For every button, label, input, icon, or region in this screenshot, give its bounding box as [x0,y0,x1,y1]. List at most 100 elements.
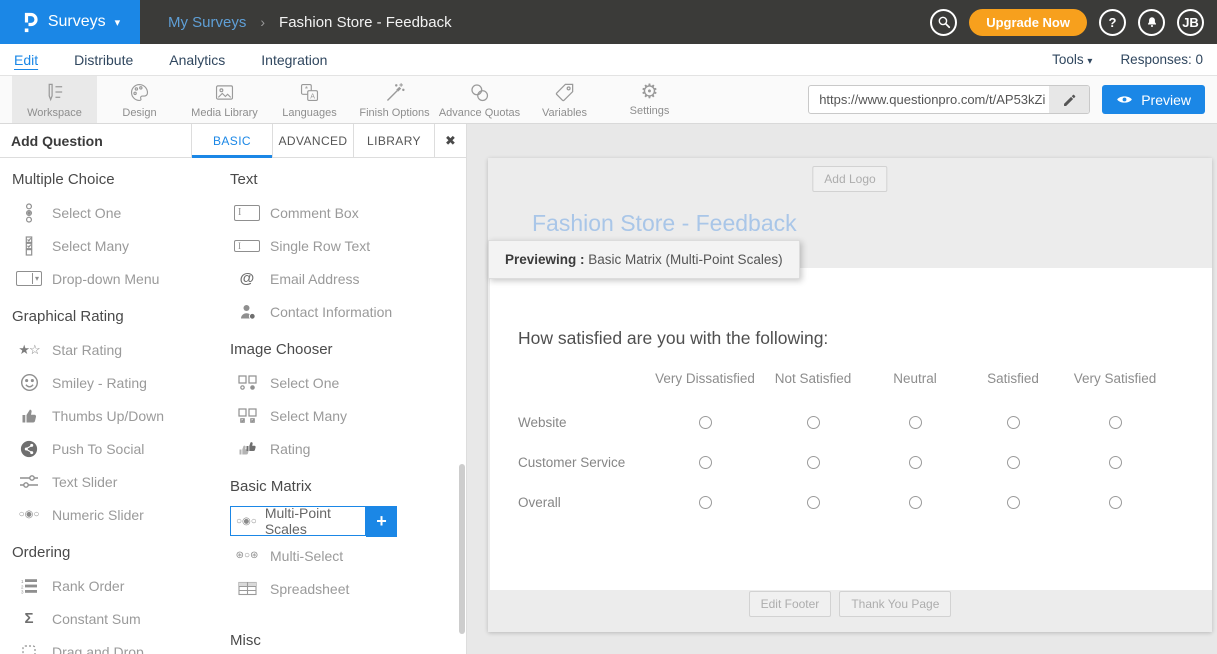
question-type-numeric-slider[interactable]: ○◉○ Numeric Slider [12,498,230,531]
question-type-thumbs-up-down[interactable]: Thumbs Up/Down [12,399,230,432]
question-type-single-row-text[interactable]: I Single Row Text [230,229,455,262]
tab-integration[interactable]: Integration [261,52,327,68]
question-type-column-2: Text I Comment Box I Single Row Text @ E… [230,158,455,654]
matrix-column-label: Very Dissatisfied [650,371,760,386]
tools-dropdown[interactable]: Tools ▾ [1052,52,1092,67]
breadcrumb-current-survey: Fashion Store - Feedback [279,14,452,31]
breadcrumb-separator-icon: › [260,14,265,30]
product-switcher[interactable]: Surveys ▾ [0,0,140,44]
toolbar-item-variables[interactable]: Variables [522,76,607,123]
tab-edit[interactable]: Edit [14,52,38,68]
matrix-radio[interactable] [699,456,712,469]
question-type-email-address[interactable]: @ Email Address [230,262,455,295]
tab-analytics[interactable]: Analytics [169,52,225,68]
notifications-button[interactable] [1138,9,1165,36]
toolbar-item-languages[interactable]: * A Languages [267,76,352,123]
tag-icon [553,81,576,104]
toolbar-item-finish-options[interactable]: Finish Options [352,76,437,123]
section-title: Ordering [12,531,230,569]
question-type-multi-point-scales[interactable]: ○◉○ Multi-Point Scales [230,506,366,536]
add-question-panel: Add Question BASIC ADVANCED LIBRARY ✖ Mu… [0,124,467,654]
question-type-smiley-rating[interactable]: Smiley - Rating [12,366,230,399]
preview-button[interactable]: Preview [1102,85,1205,114]
matrix-radio[interactable] [909,456,922,469]
matrix-radio[interactable] [1109,456,1122,469]
question-text: How satisfied are you with the following… [518,328,828,349]
question-type-multi-select[interactable]: ⊛○⊛ Multi-Select [230,539,455,572]
matrix-radio[interactable] [1007,496,1020,509]
survey-url-input[interactable] [809,86,1049,113]
search-button[interactable] [930,9,957,36]
at-icon: @ [234,270,260,287]
question-type-push-to-social[interactable]: Push To Social [12,432,230,465]
previewing-label: Previewing : [505,252,585,267]
bell-icon [1145,15,1159,30]
thank-you-page-button[interactable]: Thank You Page [839,591,951,617]
matrix-radio[interactable] [1109,416,1122,429]
matrix-radio[interactable] [1007,416,1020,429]
responses-count[interactable]: Responses: 0 [1120,52,1203,67]
toolbar-item-settings[interactable]: ⚙ Settings [607,76,692,123]
image-icon [213,81,236,104]
survey-url-box [808,85,1090,114]
question-type-contact-information[interactable]: Contact Information [230,295,455,328]
matrix-radio[interactable] [807,456,820,469]
section-title: Graphical Rating [12,295,230,333]
question-type-constant-sum[interactable]: Σ Constant Sum [12,602,230,635]
matrix-radio[interactable] [909,496,922,509]
nav-right: Tools ▾ Responses: 0 [1052,52,1203,67]
toolbar-item-advance-quotas[interactable]: Advance Quotas [437,76,522,123]
question-type-image-select-one[interactable]: Select One [230,366,455,399]
header-actions: Upgrade Now ? JB [930,9,1217,36]
avatar[interactable]: JB [1177,9,1204,36]
tab-library[interactable]: LIBRARY [353,124,434,157]
edit-url-button[interactable] [1049,86,1089,113]
image-select-many-icon [234,408,260,424]
question-type-image-select-many[interactable]: Select Many [230,399,455,432]
matrix-radio[interactable] [807,496,820,509]
contact-icon [234,303,260,320]
tab-basic[interactable]: BASIC [191,124,272,157]
panel-scrollbar[interactable] [459,464,465,634]
question-type-rank-order[interactable]: 1 2 3 Rank Order [12,569,230,602]
share-icon [16,440,42,458]
question-type-star-rating[interactable]: ★☆ Star Rating [12,333,230,366]
tab-advanced[interactable]: ADVANCED [272,124,353,157]
question-type-spreadsheet[interactable]: Spreadsheet [230,572,455,605]
matrix-radio[interactable] [699,416,712,429]
numeric-slider-icon: ○◉○ [16,509,42,520]
toolbar-item-design[interactable]: Design [97,76,182,123]
matrix-radio[interactable] [1109,496,1122,509]
question-type-select-many[interactable]: Select Many [12,229,230,262]
image-select-one-icon [234,375,260,391]
dropdown-icon: ▾ [16,271,42,286]
tab-distribute[interactable]: Distribute [74,52,133,68]
gear-icon: ⚙ [641,82,659,102]
question-type-dropdown-menu[interactable]: ▾ Drop-down Menu [12,262,230,295]
add-logo-button[interactable]: Add Logo [812,166,887,192]
chevron-down-icon: ▾ [115,16,121,29]
question-type-text-slider[interactable]: Text Slider [12,465,230,498]
palette-icon [128,81,151,104]
section-title: Text [230,158,455,196]
add-question-button[interactable]: + [366,506,397,537]
question-type-comment-box[interactable]: I Comment Box [230,196,455,229]
question-type-image-rating[interactable]: Rating [230,432,455,465]
toolbar-item-workspace[interactable]: Workspace [12,76,97,123]
help-button[interactable]: ? [1099,9,1126,36]
matrix-radio[interactable] [1007,456,1020,469]
question-preview-panel: How satisfied are you with the following… [490,268,1212,590]
survey-preview-area: Add Logo Fashion Store - Feedback Previe… [467,124,1217,654]
close-panel-button[interactable]: ✖ [434,124,466,157]
breadcrumb-my-surveys[interactable]: My Surveys [168,14,246,31]
survey-builder-app: Surveys ▾ My Surveys › Fashion Store - F… [0,0,1217,654]
question-type-drag-and-drop[interactable]: Drag and Drop [12,635,230,654]
matrix-radio[interactable] [699,496,712,509]
question-type-select-one[interactable]: Select One [12,196,230,229]
matrix-radio[interactable] [909,416,922,429]
toolbar-item-media-library[interactable]: Media Library [182,76,267,123]
matrix-radio[interactable] [807,416,820,429]
upgrade-now-button[interactable]: Upgrade Now [969,9,1087,36]
multi-point-icon: ○◉○ [236,516,257,527]
edit-footer-button[interactable]: Edit Footer [749,591,832,617]
